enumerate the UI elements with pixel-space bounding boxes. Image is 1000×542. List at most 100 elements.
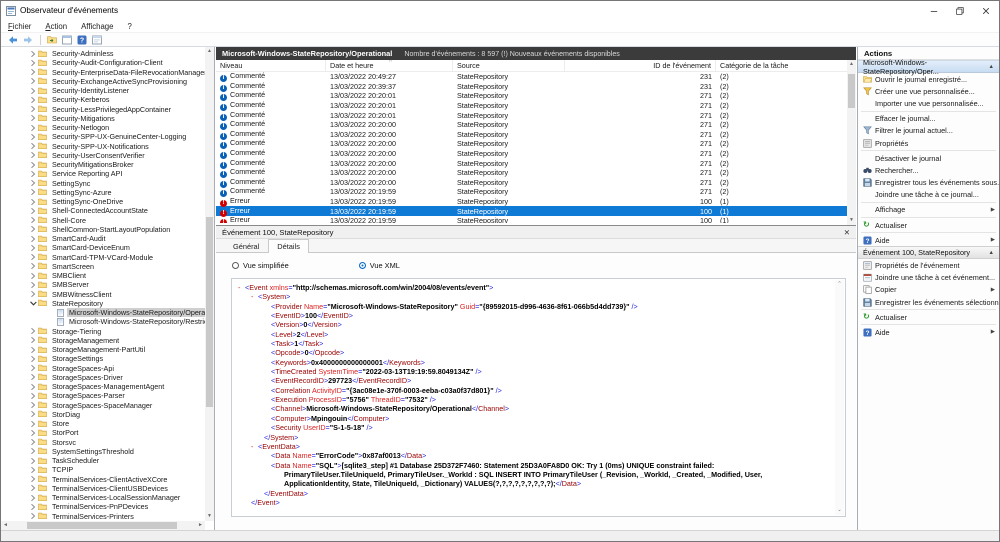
- chevron-right-icon[interactable]: [29, 262, 37, 270]
- tree-item[interactable]: SMBServer: [1, 280, 205, 289]
- collapse-icon[interactable]: ▲: [989, 250, 994, 256]
- chevron-right-icon[interactable]: [29, 512, 37, 520]
- tree-item[interactable]: TerminalServices-PnPDevices: [1, 502, 205, 511]
- list-vertical-scrollbar[interactable]: ▲ ▼: [847, 60, 856, 225]
- tree-item[interactable]: Shell-Core: [1, 216, 205, 225]
- action-actualiser[interactable]: ↻ Actualiser: [858, 311, 999, 323]
- tree-item[interactable]: StorageSpaces-Parser: [1, 391, 205, 400]
- chevron-right-icon[interactable]: [29, 179, 37, 187]
- chevron-right-icon[interactable]: [29, 373, 37, 381]
- tree-item[interactable]: StorageManagement-PartUtil: [1, 345, 205, 354]
- chevron-right-icon[interactable]: [29, 68, 37, 76]
- chevron-right-icon[interactable]: [29, 503, 37, 511]
- tree-item[interactable]: SMBClient: [1, 271, 205, 280]
- tree-item[interactable]: SmartScreen: [1, 262, 205, 271]
- chevron-right-icon[interactable]: [29, 96, 37, 104]
- tree-item[interactable]: Security-Netlogon: [1, 123, 205, 132]
- scroll-right-icon[interactable]: ►: [196, 521, 205, 530]
- tab-general[interactable]: Général: [224, 239, 268, 253]
- action-filtrer-le-journal-actuel[interactable]: Filtrer le journal actuel...: [858, 125, 999, 137]
- scroll-up-icon[interactable]: ⌃: [835, 280, 844, 289]
- tree-vertical-scrollbar[interactable]: ▲ ▼: [205, 47, 214, 521]
- menu-affichage[interactable]: Affichage: [81, 22, 113, 31]
- scroll-up-icon[interactable]: ▲: [205, 47, 214, 56]
- tree-item[interactable]: SettingSync-OneDrive: [1, 197, 205, 206]
- scroll-down-icon[interactable]: ▼: [205, 512, 214, 521]
- chevron-right-icon[interactable]: [29, 383, 37, 391]
- chevron-right-icon[interactable]: [29, 253, 37, 261]
- chevron-right-icon[interactable]: [29, 447, 37, 455]
- collapse-marker[interactable]: -: [251, 442, 258, 451]
- tree-item[interactable]: StorPort: [1, 428, 205, 437]
- action-joindre-une-tache-a-ce-journal[interactable]: Joindre une tâche à ce journal...: [858, 189, 999, 201]
- action-actualiser[interactable]: ↻ Actualiser: [858, 219, 999, 231]
- tree-item[interactable]: StateRepository: [1, 299, 205, 308]
- tree-item[interactable]: SystemSettingsThreshold: [1, 447, 205, 456]
- tab-details[interactable]: Détails: [268, 239, 309, 253]
- action-aide[interactable]: ? Aide ▶: [858, 234, 999, 246]
- tree-item[interactable]: Security-SPP-UX-GenuineCenter-Logging: [1, 132, 205, 141]
- action-joindre-une-tache-a-cet-evenement[interactable]: Joindre une tâche à cet événement...: [858, 272, 999, 284]
- chevron-right-icon[interactable]: [29, 438, 37, 446]
- tree-item[interactable]: Security-Mitigations: [1, 114, 205, 123]
- tree-item[interactable]: SmartCard-TPM-VCard-Module: [1, 253, 205, 262]
- chevron-right-icon[interactable]: [29, 494, 37, 502]
- tree-item[interactable]: Microsoft-Windows-StateRepository/Restri…: [1, 317, 205, 326]
- tree-item[interactable]: TerminalServices-ClientActiveXCore: [1, 475, 205, 484]
- tree-item[interactable]: Security-ExchangeActiveSyncProvisioning: [1, 77, 205, 86]
- tree-item[interactable]: Service Reporting API: [1, 169, 205, 178]
- chevron-right-icon[interactable]: [29, 151, 37, 159]
- close-icon[interactable]: ✕: [844, 226, 850, 239]
- chevron-right-icon[interactable]: [29, 290, 37, 298]
- chevron-right-icon[interactable]: [29, 244, 37, 252]
- chevron-right-icon[interactable]: [29, 420, 37, 428]
- chevron-right-icon[interactable]: [29, 170, 37, 178]
- chevron-right-icon[interactable]: [29, 466, 37, 474]
- chevron-right-icon[interactable]: [29, 124, 37, 132]
- tree-item[interactable]: Microsoft-Windows-StateRepository/Operat…: [1, 308, 205, 318]
- back-icon[interactable]: [6, 34, 19, 46]
- tree-item[interactable]: Storage-Tiering: [1, 327, 205, 336]
- chevron-right-icon[interactable]: [29, 133, 37, 141]
- forward-icon[interactable]: [21, 34, 34, 46]
- action-enregistrer-tous-les-evenements-sous[interactable]: Enregistrer tous les événements sous...: [858, 177, 999, 189]
- column-header-date[interactable]: Date et heure ˄: [326, 60, 453, 71]
- action-copier[interactable]: Copier ▶: [858, 284, 999, 296]
- tree-item[interactable]: StorageManagement: [1, 336, 205, 345]
- chevron-right-icon[interactable]: [29, 114, 37, 122]
- tree-item[interactable]: SmartCard-DeviceEnum: [1, 243, 205, 252]
- actions-section-header[interactable]: Événement 100, StateRepository ▲: [858, 246, 999, 260]
- tree-item[interactable]: Security-Kerberos: [1, 95, 205, 104]
- console-window-icon[interactable]: [60, 34, 73, 46]
- collapse-marker[interactable]: -: [238, 283, 245, 292]
- tree-item[interactable]: Security-LessPrivilegedAppContainer: [1, 105, 205, 114]
- tree-item[interactable]: Storsvc: [1, 438, 205, 447]
- action-desactiver-le-journal[interactable]: Désactiver le journal: [858, 152, 999, 164]
- column-header-source[interactable]: Source: [453, 60, 565, 71]
- chevron-right-icon[interactable]: [29, 327, 37, 335]
- tree-item[interactable]: Security-EnterpriseData-FileRevocationMa…: [1, 68, 205, 77]
- chevron-right-icon[interactable]: [29, 235, 37, 243]
- tree-item[interactable]: Security-Adminless: [1, 49, 205, 58]
- tree-item[interactable]: TaskScheduler: [1, 456, 205, 465]
- tree-item[interactable]: Store: [1, 419, 205, 428]
- column-header-task-category[interactable]: Catégorie de la tâche: [716, 60, 847, 71]
- action-enregistrer-les-evenements-selectionn[interactable]: Enregistrer les événements sélectionn...: [858, 296, 999, 308]
- tree-item[interactable]: SettingSync: [1, 179, 205, 188]
- chevron-right-icon[interactable]: [29, 475, 37, 483]
- tree-horizontal-scrollbar[interactable]: ◄ ►: [1, 521, 205, 530]
- chevron-right-icon[interactable]: [29, 336, 37, 344]
- tree-item[interactable]: Security-Audit-Configuration-Client: [1, 58, 205, 67]
- chevron-right-icon[interactable]: [29, 50, 37, 58]
- chevron-right-icon[interactable]: [29, 429, 37, 437]
- export-log-icon[interactable]: [45, 34, 58, 46]
- chevron-right-icon[interactable]: [29, 77, 37, 85]
- action-rechercher[interactable]: Rechercher...: [858, 164, 999, 176]
- chevron-right-icon[interactable]: [29, 364, 37, 372]
- chevron-right-icon[interactable]: [29, 484, 37, 492]
- tree-item[interactable]: TerminalServices-ClientUSBDevices: [1, 484, 205, 493]
- tree-item[interactable]: ShellCommon-StartLayoutPopulation: [1, 225, 205, 234]
- xml-scrollbar[interactable]: ⌃ ⌄: [835, 280, 844, 515]
- menu-action[interactable]: Action: [45, 22, 67, 31]
- chevron-right-icon[interactable]: [29, 401, 37, 409]
